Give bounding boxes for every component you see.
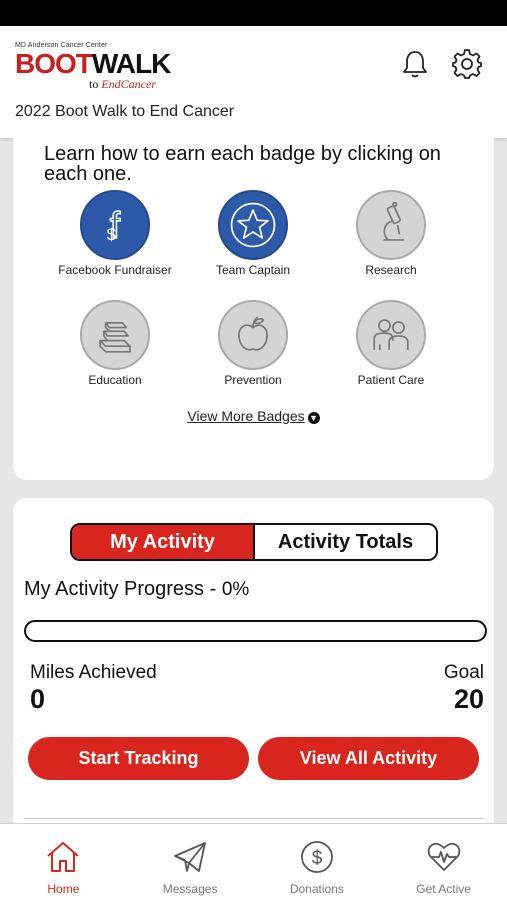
dollar-circle-icon: $ (300, 841, 333, 873)
apple-icon (218, 300, 288, 370)
badge-label: Patient Care (357, 373, 425, 387)
tab-label: Messages (162, 882, 218, 896)
bottom-tab-bar: Home Messages $ Donations Get Active (0, 823, 507, 900)
badge-label: Team Captain (215, 263, 291, 277)
logo-tagline: to EndCancer (89, 77, 185, 92)
tab-label: Home (47, 882, 80, 896)
view-all-activity-button[interactable]: View All Activity (258, 737, 479, 780)
progress-title-text: My Activity Progress - (24, 578, 217, 600)
event-title: 2022 Boot Walk to End Cancer (15, 103, 235, 120)
tab-label: Get Active (416, 882, 471, 896)
badge-facebook-fundraiser[interactable]: f $ Facebook Fundraiser (55, 190, 175, 276)
app-header: MD Anderson Cancer Center BOOTWALK to En… (0, 26, 507, 138)
home-icon (47, 842, 80, 872)
microscope-icon (356, 190, 426, 260)
badges-intro: Learn how to earn each badge by clicking… (44, 143, 441, 185)
paper-plane-icon (174, 842, 207, 872)
goal-label: Goal (443, 662, 484, 683)
badge-label: Prevention (224, 373, 282, 387)
goal-value: 20 (453, 684, 484, 714)
tab-activity-totals[interactable]: Activity Totals (255, 525, 436, 559)
tab-my-activity[interactable]: My Activity (72, 525, 255, 559)
svg-text:$: $ (312, 848, 323, 869)
activity-card: My Activity Activity Totals My Activity … (13, 498, 494, 838)
tab-label: Donations (289, 882, 344, 896)
tab-donations[interactable]: $ Donations (254, 824, 381, 900)
badge-prevention[interactable]: Prevention (193, 300, 313, 386)
gear-icon[interactable] (450, 47, 484, 81)
badge-label: Facebook Fundraiser (58, 263, 172, 277)
progress-percent: 0% (221, 579, 250, 600)
badge-education[interactable]: Education (55, 300, 175, 386)
tab-get-active[interactable]: Get Active (380, 824, 507, 900)
boot-walk-logo: MD Anderson Cancer Center BOOTWALK to En… (15, 42, 185, 100)
divider (24, 818, 484, 819)
logo-tagline-to: to (89, 77, 99, 91)
svg-text:$: $ (107, 225, 117, 244)
badge-research[interactable]: Research (331, 190, 451, 276)
chevron-down-circle-icon: ▼ (307, 412, 320, 424)
activity-tab-switch: My Activity Activity Totals (70, 523, 438, 561)
people-icon (356, 300, 426, 370)
logo-boot: BOOT (15, 48, 93, 79)
badges-card: Learn how to earn each badge by clicking… (13, 130, 494, 480)
badge-label: Education (88, 373, 142, 387)
progress-title: My Activity Progress - 0% (24, 578, 249, 601)
view-more-label: View More Badges (187, 408, 305, 424)
miles-achieved-value: 0 (30, 684, 46, 714)
badge-team-captain[interactable]: Team Captain (193, 190, 313, 276)
logo-walk: WALK (91, 48, 171, 79)
status-bar (0, 0, 507, 26)
heart-pulse-icon (427, 842, 460, 871)
start-tracking-button[interactable]: Start Tracking (28, 737, 249, 780)
logo-wordmark: BOOTWALK (15, 50, 185, 78)
tab-home[interactable]: Home (0, 824, 127, 900)
progress-bar (24, 620, 487, 642)
view-more-badges-link[interactable]: View More Badges ▼ (13, 408, 494, 424)
bell-icon[interactable] (398, 47, 432, 81)
badge-patient-care[interactable]: Patient Care (331, 300, 451, 386)
facebook-dollar-icon: f $ (80, 190, 150, 260)
miles-achieved-label: Miles Achieved (30, 662, 157, 683)
tab-messages[interactable]: Messages (127, 824, 254, 900)
books-icon (80, 300, 150, 370)
star-icon (218, 190, 288, 260)
badge-label: Research (365, 263, 417, 277)
logo-tagline-end: EndCancer (101, 77, 156, 91)
